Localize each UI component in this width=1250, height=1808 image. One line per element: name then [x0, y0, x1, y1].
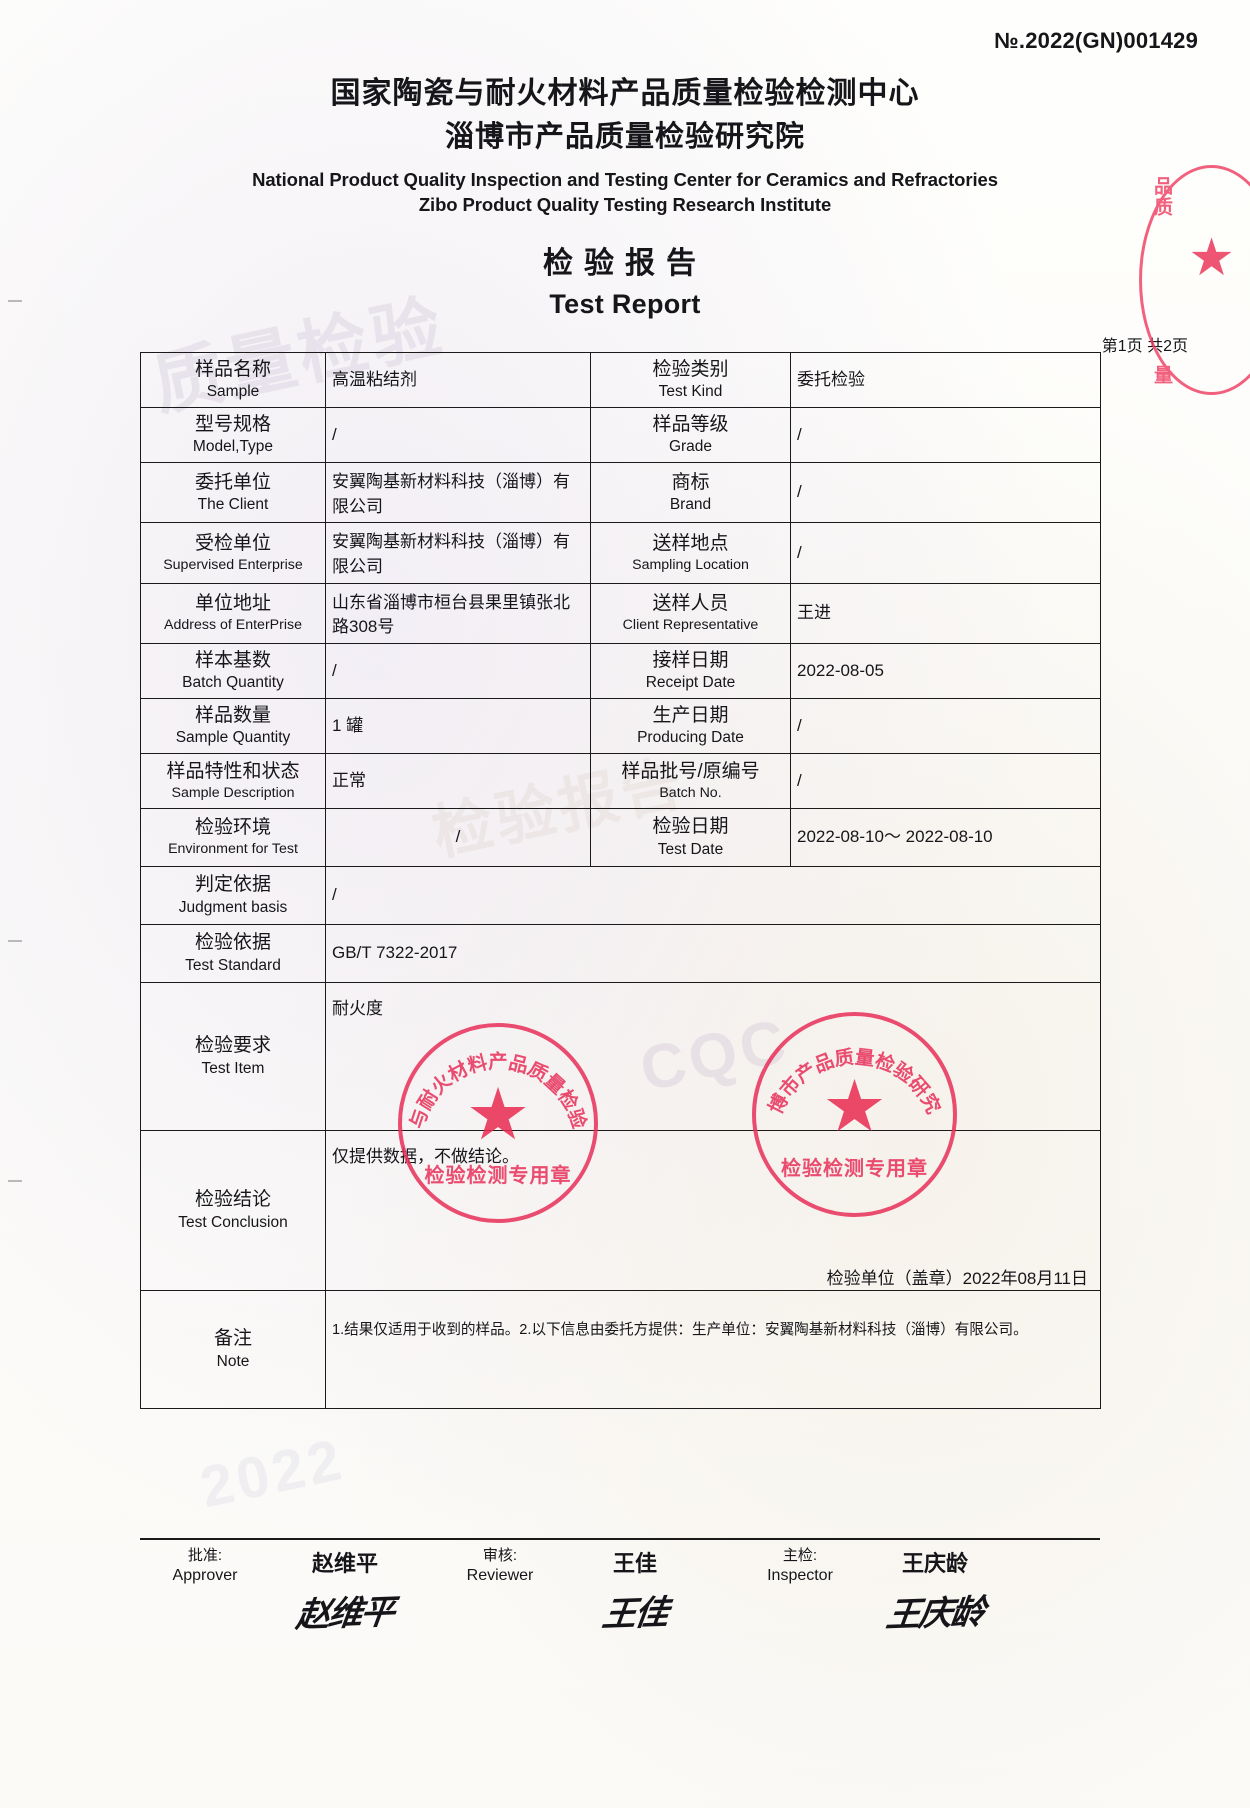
row-label-model-type: 型号规格 Model,Type — [140, 407, 326, 463]
signature-label-inspector: 主检: Inspector — [767, 1547, 833, 1584]
signature-block-approver: 批准: Approver 赵维平 赵维平 — [140, 1546, 440, 1636]
row-label-batch-no: 样品批号/原编号 Batch No. — [590, 752, 791, 809]
row-value-sample-quantity: 1 罐 — [325, 697, 591, 754]
conclusion-text: 仅提供数据，不做结论。 — [332, 1146, 519, 1166]
corner-seal-text-bottom: 量 — [1151, 365, 1172, 386]
row-label-receipt-date: 接样日期 Receipt Date — [590, 642, 791, 699]
table-row: 单位地址 Address of EnterPrise 山东省淄博市桓台县果里镇张… — [140, 582, 1101, 644]
row-label-sampling-location: 送样地点 Sampling Location — [590, 522, 791, 584]
row-label-judgment-basis: 判定依据 Judgment basis — [140, 865, 326, 925]
table-row: 样品名称 Sample 高温粘结剂 检验类别 Test Kind 委托检验 — [140, 352, 1101, 408]
row-value-grade: / — [790, 407, 1101, 463]
row-label-brand: 商标 Brand — [590, 461, 791, 524]
edge-mark — [8, 1180, 22, 1182]
org-title-en-secondary: Zibo Product Quality Testing Research In… — [418, 193, 832, 215]
edge-mark — [8, 940, 22, 942]
row-label-test-date: 检验日期 Test Date — [590, 807, 791, 867]
table-row: 判定依据 Judgment basis / — [140, 865, 1101, 925]
row-value-sample-description: 正常 — [325, 752, 591, 809]
row-value-model-type: / — [325, 407, 591, 463]
org-title-cn-secondary: 淄博市产品质量检验研究院 — [444, 120, 805, 153]
row-value-address: 山东省淄博市桓台县果里镇张北路308号 — [325, 582, 591, 644]
signature-name-approver: 赵维平 — [311, 1551, 378, 1576]
row-label-supervised-enterprise: 受检单位 Supervised Enterprise — [140, 522, 326, 584]
row-value-test-date: 2022-08-10～ 2022-08-10 — [790, 807, 1101, 867]
row-value-sampling-location: / — [790, 522, 1101, 584]
signature-name-reviewer: 王佳 — [612, 1551, 657, 1576]
row-label-grade: 样品等级 Grade — [590, 407, 791, 463]
row-value-test-kind: 委托检验 — [790, 352, 1101, 408]
row-label-batch-quantity: 样本基数 Batch Quantity — [140, 642, 326, 699]
signature-name-wrap-inspector: 王庆龄 王庆龄 — [860, 1546, 1010, 1636]
row-label-producing-date: 生产日期 Producing Date — [590, 697, 791, 754]
row-value-producing-date: / — [790, 697, 1101, 754]
table-row: 检验要求 Test Item 耐火度 — [140, 981, 1101, 1131]
table-row: 备注 Note 1.结果仅适用于收到的样品。2.以下信息由委托方提供：生产单位：… — [140, 1289, 1101, 1409]
row-value-brand: / — [790, 461, 1101, 524]
org-title-en-primary: National Product Quality Inspection and … — [252, 168, 998, 190]
table-row: 受检单位 Supervised Enterprise 安翼陶基新材料科技（淄博）… — [140, 522, 1101, 584]
row-value-note: 1.结果仅适用于收到的样品。2.以下信息由委托方提供：生产单位：安翼陶基新材料科… — [325, 1289, 1101, 1409]
stamp-date-line: 检验单位（盖章）2022年08月11日 — [826, 1269, 1088, 1289]
row-label-sample-quantity: 样品数量 Sample Quantity — [140, 697, 326, 754]
row-value-batch-quantity: / — [325, 642, 591, 699]
row-label-address: 单位地址 Address of EnterPrise — [140, 582, 326, 644]
table-row: 样品特性和状态 Sample Description 正常 样品批号/原编号 B… — [140, 752, 1101, 809]
row-label-client-representative: 送样人员 Client Representative — [590, 582, 791, 644]
row-label-environment: 检验环境 Environment for Test — [140, 807, 326, 867]
signature-name-wrap-approver: 赵维平 赵维平 — [270, 1546, 420, 1636]
handwritten-signature-approver: 赵维平 — [293, 1592, 396, 1636]
table-row: 型号规格 Model,Type / 样品等级 Grade / — [140, 407, 1101, 463]
document-page: 质量检验 检验报告 CQC 2022 №.2022(GN)001429 国家陶瓷… — [0, 0, 1250, 1808]
row-label-test-standard: 检验依据 Test Standard — [140, 923, 326, 983]
row-value-test-standard: GB/T 7322-2017 — [325, 923, 1101, 983]
row-label-test-kind: 检验类别 Test Kind — [590, 352, 791, 408]
document-title-cn: 检验报告 — [543, 247, 707, 281]
row-value-judgment-basis: / — [325, 865, 1101, 925]
table-row: 检验环境 Environment for Test / 检验日期 Test Da… — [140, 807, 1101, 867]
signature-name-wrap-reviewer: 王佳 王佳 — [560, 1546, 710, 1635]
signature-footer: 批准: Approver 赵维平 赵维平 审核: Reviewer 王佳 王佳 … — [140, 1538, 1100, 1636]
row-value-test-conclusion: 仅提供数据，不做结论。 检验单位（盖章）2022年08月11日 — [325, 1129, 1101, 1291]
table-row: 检验依据 Test Standard GB/T 7322-2017 — [140, 923, 1101, 983]
row-value-sample: 高温粘结剂 — [325, 352, 591, 408]
table-row: 委托单位 The Client 安翼陶基新材料科技（淄博）有限公司 商标 Bra… — [140, 461, 1101, 524]
page-indicator: 第1页 共2页 — [1101, 338, 1188, 355]
row-value-client: 安翼陶基新材料科技（淄博）有限公司 — [325, 461, 591, 524]
signature-block-inspector: 主检: Inspector 王庆龄 王庆龄 — [740, 1546, 1100, 1636]
report-number: №.2022(GN)001429 — [994, 28, 1198, 53]
report-table: 样品名称 Sample 高温粘结剂 检验类别 Test Kind 委托检验 型号… — [140, 352, 1101, 1409]
row-label-note: 备注 Note — [140, 1289, 326, 1409]
row-label-client: 委托单位 The Client — [140, 461, 326, 524]
row-value-batch-no: / — [790, 752, 1101, 809]
row-label-sample: 样品名称 Sample — [140, 352, 326, 408]
watermark-3: 2022 — [194, 1426, 351, 1521]
row-label-test-conclusion: 检验结论 Test Conclusion — [140, 1129, 326, 1291]
row-value-test-item: 耐火度 — [325, 981, 1101, 1131]
row-label-sample-description: 样品特性和状态 Sample Description — [140, 752, 326, 809]
row-value-receipt-date: 2022-08-05 — [790, 642, 1101, 699]
signature-name-inspector: 王庆龄 — [901, 1551, 968, 1576]
document-title-en: Test Report — [549, 289, 701, 320]
signature-label-reviewer: 审核: Reviewer — [466, 1547, 534, 1584]
table-row: 检验结论 Test Conclusion 仅提供数据，不做结论。 检验单位（盖章… — [140, 1129, 1101, 1291]
org-title-cn-primary: 国家陶瓷与耐火材料产品质量检验检测中心 — [330, 77, 920, 110]
row-value-environment: / — [325, 807, 591, 867]
row-value-client-representative: 王进 — [790, 582, 1101, 644]
row-label-test-item: 检验要求 Test Item — [140, 981, 326, 1131]
handwritten-signature-inspector: 王庆龄 — [883, 1592, 986, 1636]
row-value-supervised-enterprise: 安翼陶基新材料科技（淄博）有限公司 — [325, 522, 591, 584]
signature-label-approver: 批准: Approver — [172, 1547, 238, 1584]
signature-block-reviewer: 审核: Reviewer 王佳 王佳 — [440, 1546, 740, 1635]
handwritten-signature-reviewer: 王佳 — [599, 1592, 670, 1636]
table-row: 样品数量 Sample Quantity 1 罐 生产日期 Producing … — [140, 697, 1101, 754]
table-row: 样本基数 Batch Quantity / 接样日期 Receipt Date … — [140, 642, 1101, 699]
edge-mark — [8, 300, 22, 302]
